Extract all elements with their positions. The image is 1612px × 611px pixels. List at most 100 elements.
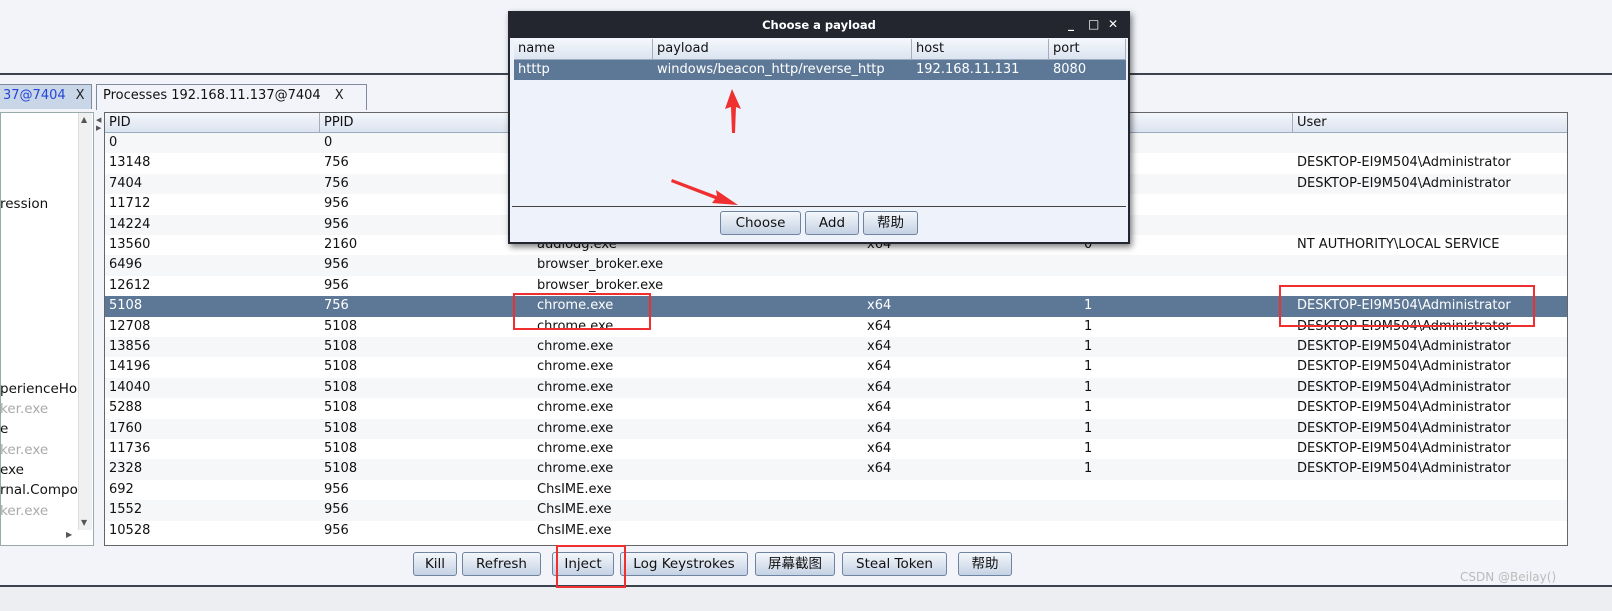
table-cell: 1 bbox=[1084, 318, 1093, 334]
table-cell: 1 bbox=[1084, 441, 1093, 456]
steal-token-button[interactable]: Steal Token bbox=[842, 552, 947, 576]
table-cell: chrome.exe bbox=[537, 379, 614, 395]
table-cell: 14040 bbox=[109, 379, 151, 395]
table-cell: NT AUTHORITY\LOCAL SERVICE bbox=[1297, 237, 1500, 252]
table-cell: DESKTOP-EI9M504\Administrator bbox=[1297, 359, 1511, 375]
table-row[interactable]: 692 956 ChsIME.exe bbox=[105, 480, 1567, 500]
table-cell: DESKTOP-EI9M504\Administrator bbox=[1297, 155, 1511, 171]
table-row[interactable]: 13856 5108 chrome.exe x64 1 DESKTOP-EI9M504\A… bbox=[105, 337, 1567, 358]
table-cell: 956 bbox=[324, 216, 349, 232]
table-cell: browser_broker.exe bbox=[537, 257, 664, 273]
table-cell: DESKTOP-EI9M504\Administrator bbox=[1297, 379, 1511, 395]
left-scrollbar[interactable]: ▲ ▼ bbox=[78, 113, 92, 530]
table-cell: x64 bbox=[867, 461, 892, 477]
table-row[interactable]: 14196 5108 chrome.exe x64 1 DESKTOP-EI9M504\A… bbox=[105, 357, 1567, 377]
close-tab-button[interactable]: X bbox=[76, 88, 85, 103]
table-cell: 0 bbox=[109, 135, 118, 150]
table-cell: ChsIME.exe bbox=[537, 522, 612, 538]
table-cell: x64 bbox=[867, 339, 892, 354]
table-row[interactable]: 14040 5108 chrome.exe x64 1 DESKTOP-EI9M504\A… bbox=[105, 377, 1567, 399]
table-cell: 5288 bbox=[109, 400, 143, 416]
table-cell: DESKTOP-EI9M504\Administrator bbox=[1297, 441, 1511, 456]
kill-button[interactable]: Kill bbox=[413, 552, 457, 576]
table-cell: 5108 bbox=[324, 318, 358, 334]
table-cell: 1 bbox=[1084, 298, 1093, 314]
table-cell: 5108 bbox=[109, 298, 143, 314]
refresh-button[interactable]: Refresh bbox=[462, 552, 541, 576]
table-cell: 1 bbox=[1084, 379, 1093, 395]
column-header[interactable]: User bbox=[1293, 113, 1567, 133]
screenshot-button[interactable]: 屏幕截图 bbox=[755, 552, 835, 576]
table-cell: 756 bbox=[324, 175, 349, 191]
scroll-down-icon[interactable]: ▼ bbox=[81, 518, 87, 527]
annotation-box-chrome bbox=[513, 293, 651, 330]
table-cell: 956 bbox=[324, 277, 349, 293]
table-cell: 1760 bbox=[109, 420, 143, 436]
table-cell: DESKTOP-EI9M504\Administrator bbox=[1297, 400, 1511, 416]
tree-item[interactable]: e bbox=[0, 421, 8, 437]
annotation-box-user bbox=[1279, 285, 1535, 327]
table-cell: chrome.exe bbox=[537, 441, 614, 456]
tab-beacon[interactable]: 37@7404 X bbox=[0, 84, 92, 109]
table-cell: 5108 bbox=[324, 461, 358, 477]
table-row[interactable]: 1760 5108 chrome.exe x64 1 DESKTOP-EI9M504\Ad… bbox=[105, 418, 1567, 439]
table-cell: ChsIME.exe bbox=[537, 481, 612, 497]
table-cell: 14196 bbox=[109, 359, 151, 375]
table-cell: 756 bbox=[324, 155, 349, 171]
column-header[interactable]: PPID bbox=[320, 113, 533, 133]
table-row[interactable]: 11736 5108 chrome.exe x64 1 DESKTOP-EI9M504\A… bbox=[105, 439, 1567, 459]
table-cell: x64 bbox=[867, 441, 892, 456]
table-row[interactable]: 10528 956 ChsIME.exe bbox=[105, 521, 1567, 541]
table-row[interactable]: 6496 956 browser_broker.exe bbox=[105, 255, 1567, 276]
tree-item[interactable]: ression bbox=[0, 196, 48, 212]
table-cell: 956 bbox=[324, 257, 349, 273]
table-cell: chrome.exe bbox=[537, 400, 614, 416]
table-cell: 5108 bbox=[324, 400, 358, 416]
table-cell: chrome.exe bbox=[537, 420, 614, 436]
table-cell: 6496 bbox=[109, 257, 143, 273]
table-cell: ChsIME.exe bbox=[537, 502, 612, 518]
tree-item[interactable]: perienceHo bbox=[0, 381, 77, 397]
tree-item[interactable]: ker.exe bbox=[0, 442, 48, 458]
table-cell: 1 bbox=[1084, 359, 1093, 375]
table-cell: x64 bbox=[867, 379, 892, 395]
table-cell: 756 bbox=[324, 298, 349, 314]
close-tab-button[interactable]: X bbox=[335, 88, 344, 103]
table-row[interactable]: 2328 5108 chrome.exe x64 1 DESKTOP-EI9M504\Ad… bbox=[105, 459, 1567, 480]
table-cell: x64 bbox=[867, 298, 892, 314]
scroll-up-icon[interactable]: ▲ bbox=[81, 115, 87, 124]
table-cell: 2160 bbox=[324, 237, 358, 252]
column-header[interactable]: PID bbox=[105, 113, 320, 133]
table-row[interactable]: 1552 956 ChsIME.exe bbox=[105, 500, 1567, 521]
table-cell: 5108 bbox=[324, 339, 358, 354]
annotation-box-inject bbox=[556, 545, 626, 588]
scroll-right-icon[interactable]: ▶ bbox=[66, 530, 72, 539]
table-cell: 956 bbox=[324, 196, 349, 212]
help-button[interactable]: 帮助 bbox=[958, 552, 1012, 576]
table-cell: 14224 bbox=[109, 216, 151, 232]
table-cell: x64 bbox=[867, 359, 892, 375]
table-cell: 13560 bbox=[109, 237, 151, 252]
table-cell: 956 bbox=[324, 522, 349, 538]
table-cell: DESKTOP-EI9M504\Administrator bbox=[1297, 420, 1511, 436]
choose-payload-dialog: Choose a payload _ □ ✕ name payload host po… bbox=[508, 11, 1130, 244]
split-pane-arrows-icon[interactable]: ◀ ▶ bbox=[96, 116, 101, 132]
table-cell: 1 bbox=[1084, 400, 1093, 416]
tab-label: Processes 192.168.11.137@7404 bbox=[103, 88, 321, 103]
table-row[interactable]: 5288 5108 chrome.exe x64 1 DESKTOP-EI9M504\Ad… bbox=[105, 398, 1567, 418]
tab-processes[interactable]: Processes 192.168.11.137@7404 X bbox=[96, 84, 367, 110]
table-cell: 1552 bbox=[109, 502, 143, 518]
table-cell: chrome.exe bbox=[537, 359, 614, 375]
tree-item[interactable]: exe bbox=[0, 462, 24, 478]
log-keystrokes-button[interactable]: Log Keystrokes bbox=[620, 552, 748, 576]
tree-item[interactable]: ker.exe bbox=[0, 503, 48, 519]
tree-item[interactable]: rnal.Compo bbox=[0, 482, 78, 498]
table-cell: 10528 bbox=[109, 522, 151, 538]
annotation-arrows bbox=[671, 89, 741, 205]
table-cell: 5108 bbox=[324, 420, 358, 436]
table-cell: 5108 bbox=[324, 441, 358, 456]
status-bar bbox=[0, 587, 1612, 611]
tree-item[interactable]: ker.exe bbox=[0, 401, 48, 417]
arrow-up-icon bbox=[725, 89, 741, 133]
table-cell: x64 bbox=[867, 420, 892, 436]
